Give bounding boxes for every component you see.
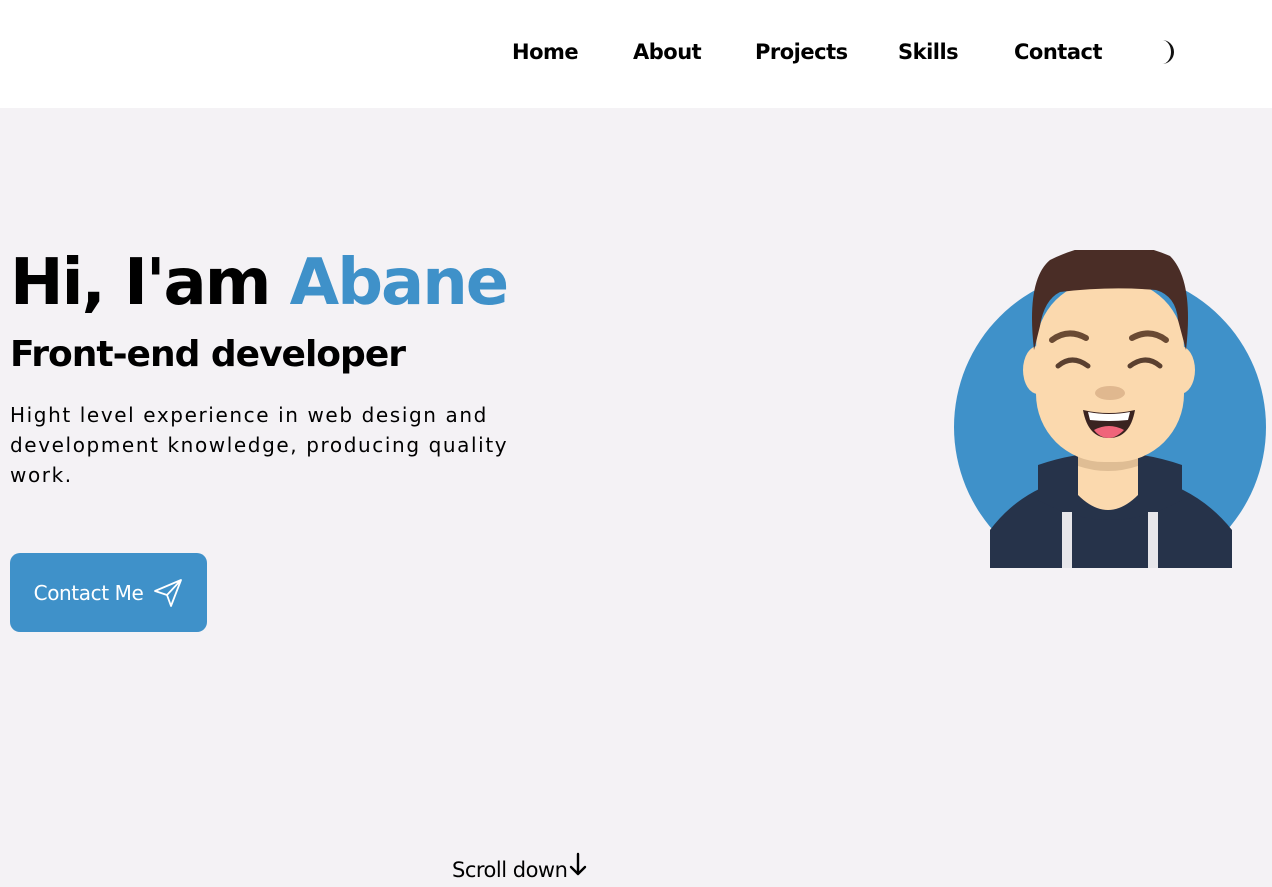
hero-name: Abane xyxy=(289,246,509,320)
moon-icon xyxy=(1162,40,1174,64)
arrow-down-icon xyxy=(570,852,587,876)
navbar: Home About Projects Skills Contact xyxy=(0,0,1272,108)
developer-avatar xyxy=(954,250,1266,568)
hero-greeting: Hi, I'am xyxy=(10,246,271,320)
contact-me-label: Contact Me xyxy=(33,580,144,605)
hero-description: Hight level experience in web design and… xyxy=(10,403,509,487)
nav-link-home[interactable]: Home xyxy=(512,40,579,64)
nav-link-projects[interactable]: Projects xyxy=(755,40,848,64)
hero-subtitle: Front-end developer xyxy=(10,334,406,375)
nav-link-about[interactable]: About xyxy=(633,40,702,64)
hero-title: Hi, I'am Abane xyxy=(10,246,509,320)
send-icon xyxy=(154,578,183,607)
contact-me-button[interactable]: Contact Me xyxy=(10,553,207,632)
nav-link-skills[interactable]: Skills xyxy=(898,40,959,64)
theme-toggle-button[interactable] xyxy=(1152,36,1182,68)
nav-links: Home About Projects Skills Contact xyxy=(0,0,1272,108)
nav-link-contact[interactable]: Contact xyxy=(1014,40,1103,64)
scroll-down-link[interactable]: Scroll down xyxy=(452,852,587,882)
scroll-down-label: Scroll down xyxy=(452,858,568,882)
